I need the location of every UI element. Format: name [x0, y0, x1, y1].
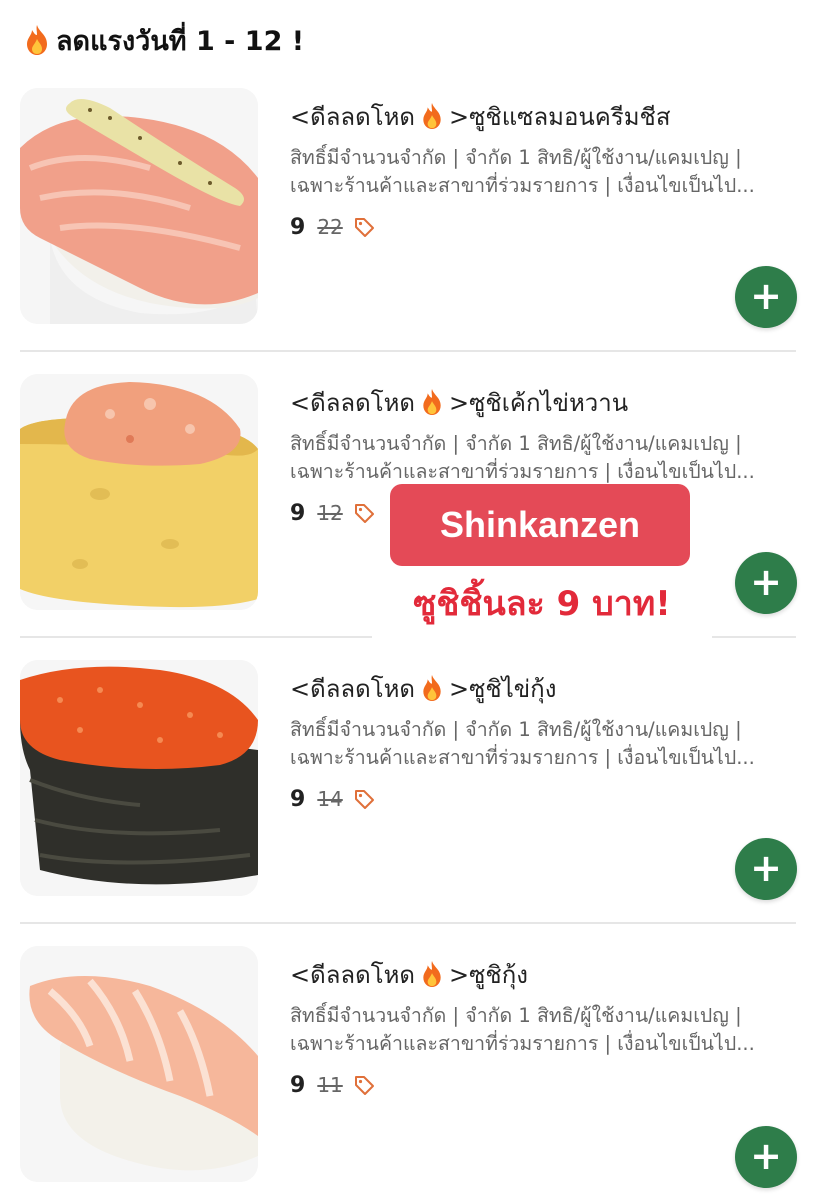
- menu-item[interactable]: <ดีลลดโหด >ซูชิแซลมอนครีมชีส สิทธิ์มีจำน…: [0, 88, 825, 374]
- item-name-prefix: <ดีลลดโหด: [290, 960, 415, 989]
- current-price: 9: [290, 500, 306, 526]
- fire-icon: [419, 673, 445, 703]
- item-name: <ดีลลดโหด >ซูชิกุ้ง: [290, 954, 795, 994]
- add-to-cart-button[interactable]: +: [735, 838, 797, 900]
- price-row: 9 22: [290, 210, 795, 244]
- item-name: <ดีลลดโหด >ซูชิแซลมอนครีมชีส: [290, 96, 795, 136]
- menu-item[interactable]: <ดีลลดโหด >ซูชิไข่กุ้ง สิทธิ์มีจำนวนจำกั…: [0, 660, 825, 946]
- item-name-prefix: <ดีลลดโหด: [290, 674, 415, 703]
- add-to-cart-button[interactable]: +: [735, 1126, 797, 1188]
- section-title: ลดแรงวันที่ 1 - 12 !: [56, 25, 305, 57]
- section-header: ลดแรงวันที่ 1 - 12 !: [22, 18, 304, 62]
- add-to-cart-button[interactable]: +: [735, 266, 797, 328]
- current-price: 9: [290, 214, 306, 240]
- fire-icon: [419, 959, 445, 989]
- current-price: 9: [290, 1072, 306, 1098]
- tag-icon: [354, 218, 374, 237]
- description-line: เฉพาะร้านค้าและสาขาที่ร่วมรายการ | เงื่อ…: [290, 746, 755, 769]
- original-price: 14: [317, 787, 343, 811]
- item-info: <ดีลลดโหด >ซูชิกุ้ง สิทธิ์มีจำนวนจำกัด |…: [290, 954, 795, 1102]
- description-line: เฉพาะร้านค้าและสาขาที่ร่วมรายการ | เงื่อ…: [290, 460, 755, 483]
- description-line: เฉพาะร้านค้าและสาขาที่ร่วมรายการ | เงื่อ…: [290, 1032, 755, 1055]
- item-name-suffix: >ซูชิกุ้ง: [449, 960, 528, 989]
- item-description: สิทธิ์มีจำนวนจำกัด | จำกัด 1 สิทธิ/ผู้ใช…: [290, 144, 795, 200]
- plus-icon: +: [750, 845, 782, 890]
- item-description: สิทธิ์มีจำนวนจำกัด | จำกัด 1 สิทธิ/ผู้ใช…: [290, 430, 795, 486]
- price-row: 9 14: [290, 782, 795, 816]
- add-to-cart-button[interactable]: +: [735, 552, 797, 614]
- item-name: <ดีลลดโหด >ซูชิไข่กุ้ง: [290, 668, 795, 708]
- original-price: 12: [317, 501, 343, 525]
- shrimp-roe-sushi-image: [20, 660, 258, 896]
- brand-banner: Shinkanzen: [390, 484, 690, 566]
- tag-icon: [354, 790, 374, 809]
- sweet-egg-cake-sushi-image: [20, 374, 258, 610]
- current-price: 9: [290, 786, 306, 812]
- item-name-suffix: >ซูชิแซลมอนครีมชีส: [449, 102, 671, 131]
- item-name-prefix: <ดีลลดโหด: [290, 388, 415, 417]
- tag-icon: [354, 1076, 374, 1095]
- fire-icon: [419, 387, 445, 417]
- description-line: สิทธิ์มีจำนวนจำกัด | จำกัด 1 สิทธิ/ผู้ใช…: [290, 718, 742, 741]
- salmon-cream-cheese-sushi-image: [20, 88, 258, 324]
- item-name-prefix: <ดีลลดโหด: [290, 102, 415, 131]
- item-description: สิทธิ์มีจำนวนจำกัด | จำกัด 1 สิทธิ/ผู้ใช…: [290, 1002, 795, 1058]
- item-info: <ดีลลดโหด >ซูชิแซลมอนครีมชีส สิทธิ์มีจำน…: [290, 96, 795, 244]
- brand-name: Shinkanzen: [439, 504, 641, 545]
- description-line: เฉพาะร้านค้าและสาขาที่ร่วมรายการ | เงื่อ…: [290, 174, 755, 197]
- tag-icon: [354, 504, 374, 523]
- shrimp-sushi-image: [20, 946, 258, 1182]
- item-name-suffix: >ซูชิเค้กไข่หวาน: [449, 388, 629, 417]
- item-info: <ดีลลดโหด >ซูชิไข่กุ้ง สิทธิ์มีจำนวนจำกั…: [290, 668, 795, 816]
- description-line: สิทธิ์มีจำนวนจำกัด | จำกัด 1 สิทธิ/ผู้ใช…: [290, 432, 742, 455]
- plus-icon: +: [750, 559, 782, 604]
- description-line: สิทธิ์มีจำนวนจำกัด | จำกัด 1 สิทธิ/ผู้ใช…: [290, 146, 742, 169]
- menu-item[interactable]: <ดีลลดโหด >ซูชิกุ้ง สิทธิ์มีจำนวนจำกัด |…: [0, 946, 825, 1200]
- price-row: 9 11: [290, 1068, 795, 1102]
- divider: [20, 922, 796, 924]
- fire-icon: [22, 23, 52, 57]
- item-description: สิทธิ์มีจำนวนจำกัด | จำกัด 1 สิทธิ/ผู้ใช…: [290, 716, 795, 772]
- item-name: <ดีลลดโหด >ซูชิเค้กไข่หวาน: [290, 382, 795, 422]
- original-price: 22: [317, 215, 343, 239]
- fire-icon: [419, 101, 445, 131]
- plus-icon: +: [750, 1133, 782, 1178]
- divider: [20, 350, 796, 352]
- original-price: 11: [317, 1073, 343, 1097]
- plus-icon: +: [750, 273, 782, 318]
- item-name-suffix: >ซูชิไข่กุ้ง: [449, 674, 557, 703]
- description-line: สิทธิ์มีจำนวนจำกัด | จำกัด 1 สิทธิ/ผู้ใช…: [290, 1004, 742, 1027]
- promo-tagline: ซูชิชิ้นละ 9 บาท!: [413, 584, 671, 624]
